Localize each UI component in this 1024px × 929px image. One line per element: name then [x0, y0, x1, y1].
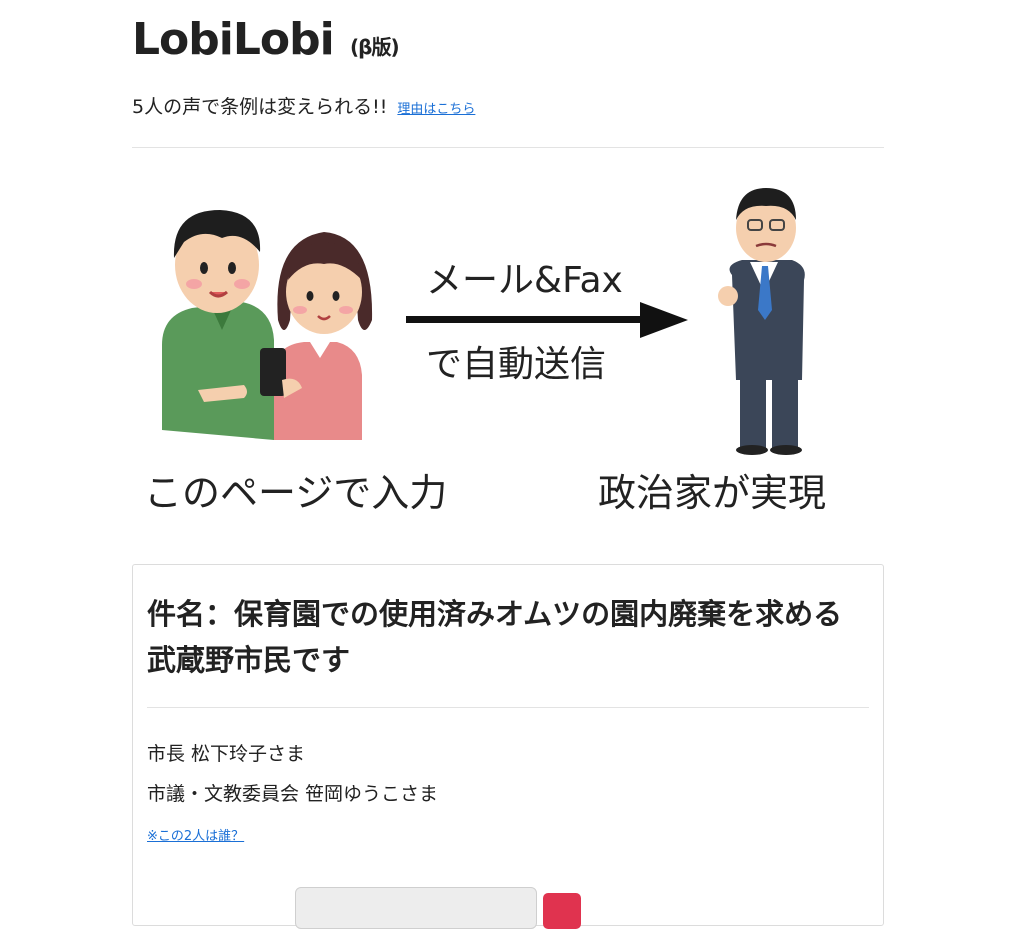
card-divider — [147, 707, 869, 708]
who-are-they-link[interactable]: ※この2人は誰？ — [147, 825, 244, 844]
left-caption: このページで入力 — [144, 471, 447, 515]
recipient-mayor: 市長 松下玲子さま — [147, 743, 306, 765]
required-badge — [543, 893, 581, 929]
header-divider — [132, 147, 884, 148]
woman-figure — [260, 232, 373, 440]
app-title-text: LobiLobi — [132, 14, 335, 65]
petition-card: 件名：保育園での使用済みオムツの園内廃棄を求める武蔵野市民です 市長 松下玲子さ… — [132, 564, 884, 929]
reason-link[interactable]: 理由はこちら — [397, 102, 475, 117]
arrow-top-label: メール&Fax — [426, 260, 623, 301]
hero-svg: メール&Fax で自動送信 このページで入力 政治家が実現 — [144, 188, 826, 515]
arrow-bottom-label: で自動送信 — [426, 344, 606, 385]
recipient-councilor: 市議・文教委員会 笹岡ゆうこさま — [147, 783, 439, 805]
right-caption: 政治家が実現 — [598, 471, 826, 515]
petition-title: 件名：保育園での使用済みオムツの園内廃棄を求める武蔵野市民です — [147, 597, 843, 677]
name-input[interactable] — [295, 887, 537, 929]
man-figure — [162, 210, 274, 440]
politician-figure — [718, 188, 805, 455]
app-title: LobiLobi (β版) — [132, 14, 400, 65]
beta-badge: (β版) — [350, 35, 400, 59]
send-arrow: メール&Fax で自動送信 — [406, 260, 688, 385]
tagline: 5人の声で条例は変えられる!! 理由はこちら — [132, 92, 475, 119]
tagline-text: 5人の声で条例は変えられる!! — [132, 96, 388, 118]
hero-illustration: メール&Fax で自動送信 このページで入力 政治家が実現 — [132, 180, 884, 540]
